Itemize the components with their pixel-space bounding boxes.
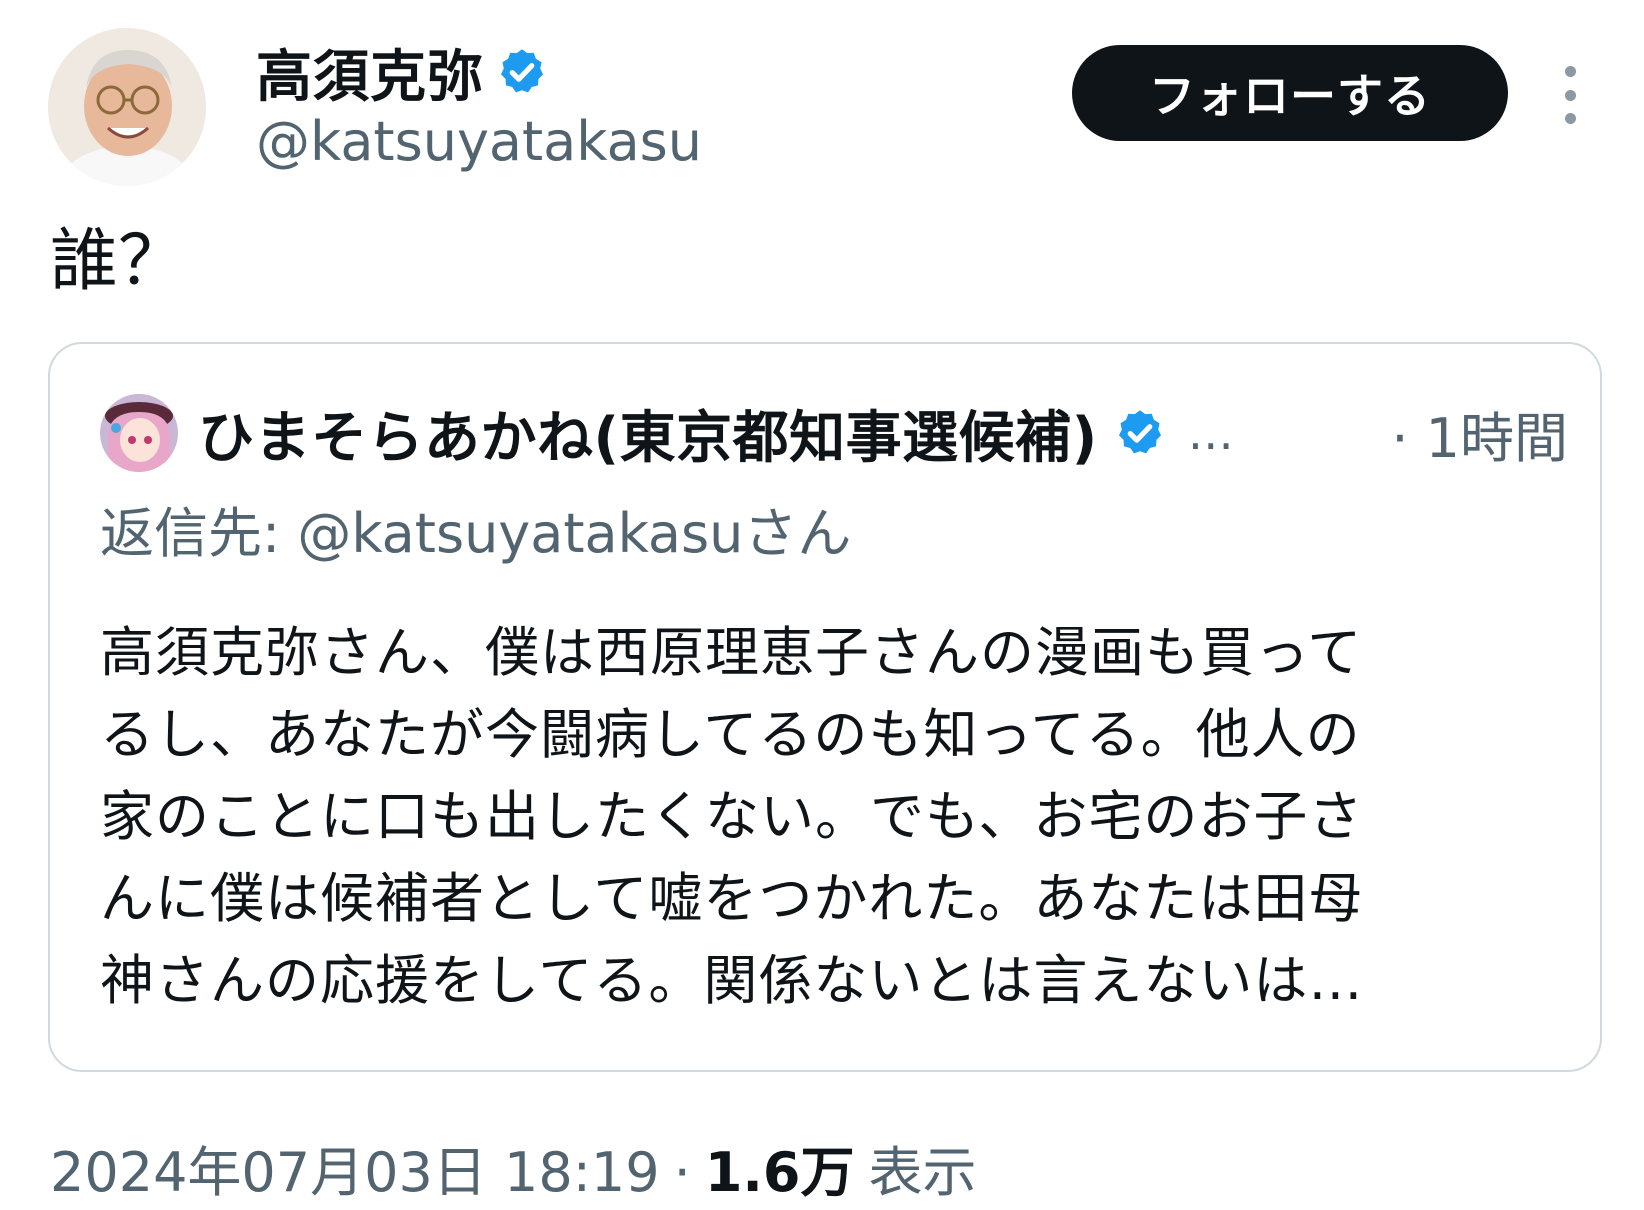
- quoted-author-avatar-image: [100, 394, 178, 472]
- quoted-timestamp[interactable]: · 1時間: [1391, 394, 1568, 473]
- more-options-dot: [1564, 113, 1576, 124]
- more-options-dot: [1564, 89, 1576, 101]
- follow-button[interactable]: フォローする: [1072, 45, 1508, 141]
- more-options-icon[interactable]: [1550, 60, 1590, 130]
- views-label: 表示: [868, 1141, 977, 1204]
- meta-separator: ·: [673, 1141, 691, 1204]
- verified-badge-icon[interactable]: [496, 46, 548, 98]
- quoted-header: ひまそらあかね(東京都知事選候補) … · 1時間: [198, 388, 1568, 478]
- tweet-text: 誰？: [50, 222, 187, 301]
- quoted-text-line: 神さんの応援をしてる。関係ないとは言えないは…: [100, 949, 1364, 1012]
- tweet: 高須克弥 @katsuyatakasu フォローする 誰？ ひまそらあかね(東京…: [0, 0, 1644, 1210]
- quoted-text-line: 家のことに口も出したくない。でも、お宅のお子さ: [100, 785, 1364, 848]
- quoted-author-avatar[interactable]: [100, 394, 178, 472]
- quoted-handle-truncated: …: [1187, 406, 1234, 460]
- more-options-dot: [1564, 66, 1576, 77]
- quoted-tweet-card[interactable]: ひまそらあかね(東京都知事選候補) … · 1時間 返信先: @katsuyat…: [48, 342, 1602, 1072]
- author-avatar-image: [48, 28, 206, 186]
- quoted-text-line: 高須克弥さん、僕は西原理恵子さんの漫画も買って: [100, 621, 1363, 684]
- tweet-timestamp[interactable]: 2024年07月03日 18:19: [50, 1128, 660, 1207]
- author-display-name[interactable]: 高須克弥: [256, 32, 484, 113]
- quoted-text-line: るし、あなたが今闘病してるのも知ってる。他人の: [100, 703, 1361, 766]
- author-handle[interactable]: @katsuyatakasu: [256, 110, 702, 173]
- tweet-meta: 2024年07月03日 18:19 · 1.6万 表示: [50, 1128, 976, 1207]
- author-avatar[interactable]: [48, 28, 206, 186]
- quoted-tweet-text: 高須克弥さん、僕は西原理恵子さんの漫画も買って るし、あなたが今闘病してるのも知…: [100, 612, 1560, 1022]
- quoted-text-line: んに僕は候補者として嘘をつかれた。あなたは田母: [100, 867, 1364, 930]
- views-count[interactable]: 1.6万: [705, 1128, 855, 1207]
- author-name-row: 高須克弥: [256, 34, 548, 110]
- reply-to-label: 返信先: @katsuyatakasuさん: [100, 502, 852, 565]
- quoted-display-name[interactable]: ひまそらあかね(東京都知事選候補): [198, 393, 1098, 474]
- verified-badge-icon[interactable]: [1114, 407, 1166, 459]
